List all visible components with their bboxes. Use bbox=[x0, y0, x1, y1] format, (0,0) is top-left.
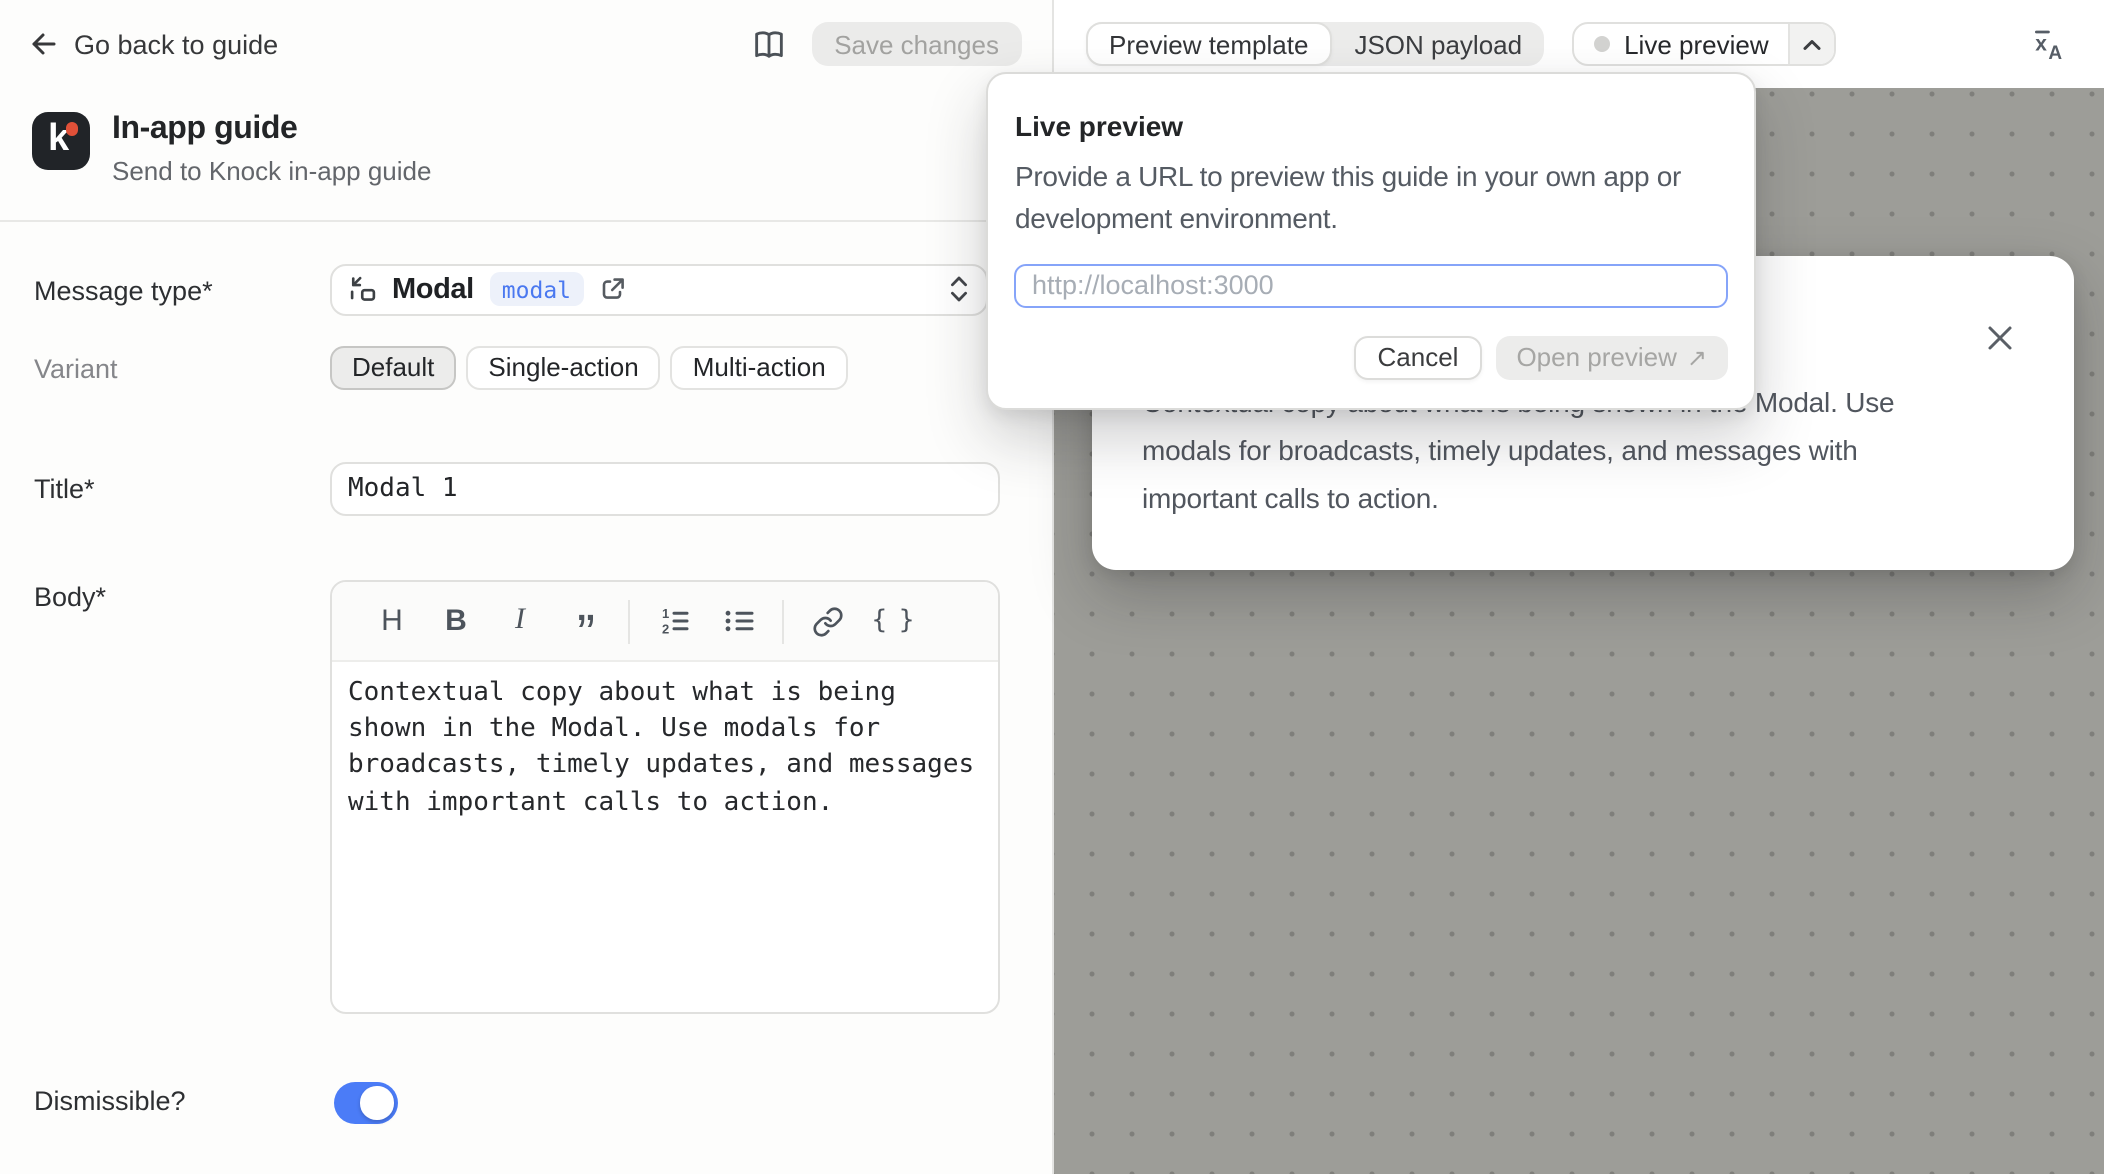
link-icon[interactable] bbox=[804, 597, 852, 645]
external-link-icon[interactable] bbox=[599, 277, 625, 303]
svg-text:x: x bbox=[2035, 32, 2047, 55]
open-preview-label: Open preview bbox=[1516, 343, 1676, 373]
editor-header: Go back to guide Save changes bbox=[0, 0, 1051, 88]
translate-icon[interactable]: xA bbox=[2030, 26, 2066, 62]
svg-text:2: 2 bbox=[661, 622, 668, 637]
go-back-link[interactable]: Go back to guide bbox=[30, 29, 278, 59]
message-type-select[interactable]: Modal modal bbox=[330, 263, 987, 316]
bold-icon[interactable]: B bbox=[432, 597, 480, 645]
blockquote-icon[interactable]: ” bbox=[560, 597, 608, 645]
status-dot-icon bbox=[1594, 36, 1610, 52]
body-label: Body* bbox=[34, 582, 106, 612]
close-icon[interactable] bbox=[1985, 323, 2013, 351]
preview-mode-tabs: Preview template JSON payload bbox=[1085, 22, 1544, 66]
live-preview-popover: Live preview Provide a URL to preview th… bbox=[985, 72, 1755, 410]
channel-titles: In-app guide Send to Knock in-app guide bbox=[112, 112, 431, 186]
body-textarea[interactable]: Contextual copy about what is being show… bbox=[332, 662, 998, 836]
preview-url-input[interactable] bbox=[1014, 263, 1728, 308]
editor-panel: Go back to guide Save changes k In-app g… bbox=[0, 0, 1051, 1174]
bullet-list-icon[interactable] bbox=[714, 597, 762, 645]
popover-actions: Cancel Open preview ↗ bbox=[1354, 336, 1728, 379]
toggle-knob bbox=[360, 1086, 393, 1119]
live-preview-button[interactable]: Live preview bbox=[1574, 24, 1789, 64]
dismissible-toggle[interactable] bbox=[333, 1082, 397, 1123]
variant-options: Default Single-action Multi-action bbox=[330, 345, 848, 389]
live-preview-control: Live preview bbox=[1572, 22, 1837, 66]
popover-title: Live preview bbox=[1015, 110, 1183, 142]
message-type-value: Modal bbox=[392, 274, 474, 306]
variant-option-default[interactable]: Default bbox=[330, 345, 456, 389]
tab-preview-template[interactable]: Preview template bbox=[1085, 22, 1332, 66]
knock-logo: k bbox=[32, 112, 90, 170]
open-preview-button[interactable]: Open preview ↗ bbox=[1496, 336, 1727, 379]
section-divider bbox=[0, 220, 1044, 222]
body-editor: H B I ” 12 { } Contextual copy about wha… bbox=[330, 580, 1000, 1013]
title-input[interactable] bbox=[330, 462, 1000, 515]
italic-icon[interactable]: I bbox=[496, 597, 544, 645]
toolbar-separator bbox=[782, 599, 784, 643]
svg-text:1: 1 bbox=[661, 606, 668, 621]
editor-toolbar: H B I ” 12 { } bbox=[332, 582, 998, 662]
message-type-label: Message type* bbox=[34, 276, 213, 306]
channel-subtitle: Send to Knock in-app guide bbox=[112, 156, 431, 186]
variant-option-multi-action[interactable]: Multi-action bbox=[671, 345, 848, 389]
toolbar-separator bbox=[628, 599, 630, 643]
live-preview-label: Live preview bbox=[1624, 29, 1769, 59]
message-type-key-badge: modal bbox=[490, 273, 583, 307]
channel-title: In-app guide bbox=[112, 112, 431, 148]
popover-description: Provide a URL to preview this guide in y… bbox=[1015, 156, 1739, 238]
knock-logo-dot bbox=[65, 122, 78, 135]
channel-header: k In-app guide Send to Knock in-app guid… bbox=[32, 112, 431, 186]
app-root: Go back to guide Save changes k In-app g… bbox=[0, 0, 2104, 1174]
variant-option-single-action[interactable]: Single-action bbox=[466, 345, 660, 389]
save-changes-button[interactable]: Save changes bbox=[812, 22, 1021, 67]
heading-icon[interactable]: H bbox=[368, 597, 416, 645]
liquid-variable-icon[interactable]: { } bbox=[868, 597, 916, 645]
ordered-list-icon[interactable]: 12 bbox=[650, 597, 698, 645]
back-arrow-icon bbox=[30, 30, 58, 58]
cancel-button[interactable]: Cancel bbox=[1354, 336, 1483, 379]
variant-label: Variant bbox=[34, 354, 118, 384]
modal-type-icon bbox=[348, 275, 378, 305]
docs-book-icon[interactable] bbox=[750, 25, 788, 63]
live-preview-caret-button[interactable] bbox=[1789, 24, 1835, 64]
arrow-up-right-icon: ↗ bbox=[1687, 344, 1707, 372]
tab-json-payload[interactable]: JSON payload bbox=[1332, 22, 1544, 66]
svg-text:A: A bbox=[2048, 43, 2062, 62]
chevron-updown-icon bbox=[947, 273, 969, 307]
go-back-label: Go back to guide bbox=[74, 29, 278, 59]
dismissible-label: Dismissible? bbox=[34, 1086, 186, 1116]
title-label: Title* bbox=[34, 474, 95, 504]
